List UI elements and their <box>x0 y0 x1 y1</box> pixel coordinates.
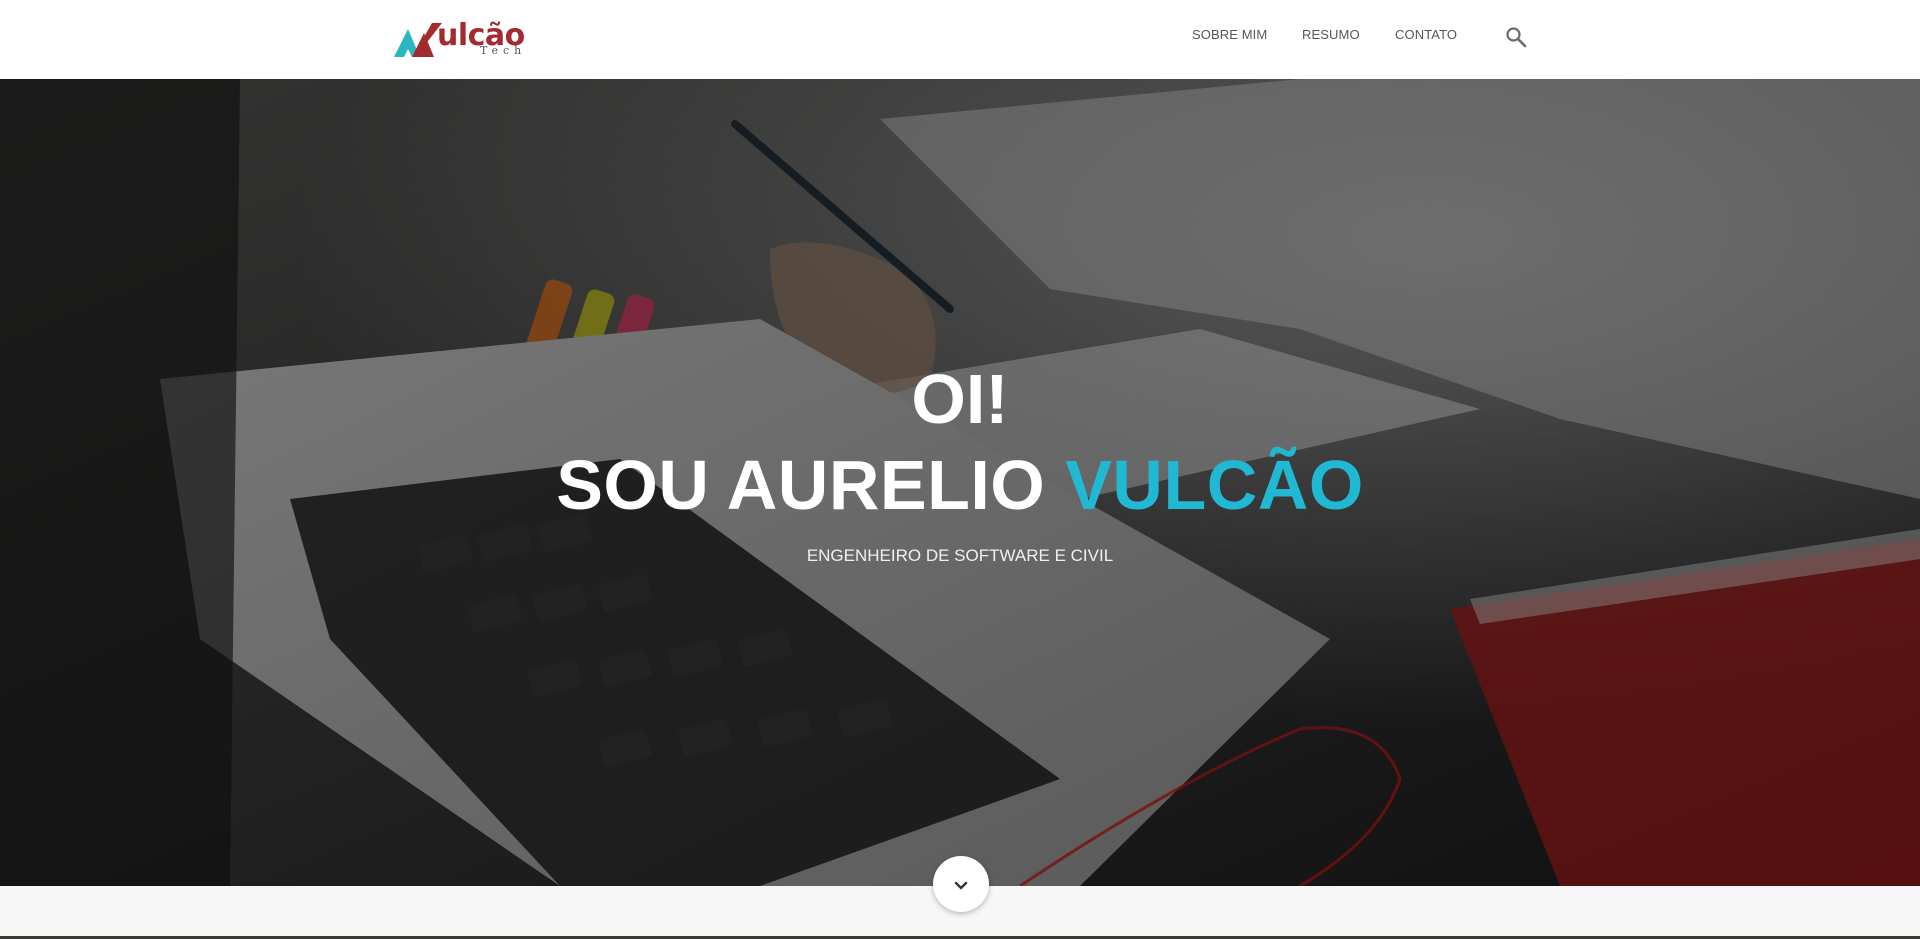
nav-item-sobre-mim[interactable]: SOBRE MIM <box>1192 27 1267 42</box>
nav-item-contato[interactable]: CONTATO <box>1395 27 1457 42</box>
hero-name: SOU AURELIO VULCÃO <box>0 445 1920 525</box>
chevron-down-icon <box>954 881 968 890</box>
hero-subtitle: ENGENHEIRO DE SOFTWARE E CIVIL <box>806 546 1114 565</box>
hero-name-accent: VULCÃO <box>1065 446 1364 524</box>
search-icon <box>1506 27 1527 48</box>
hero-name-prefix: SOU AURELIO <box>556 446 1066 524</box>
hero-greeting: OI! <box>911 360 1009 438</box>
hero-section: OI! SOU AURELIO VULCÃO ENGENHEIRO DE SOF… <box>0 79 1920 886</box>
logo-tagline: Tech <box>480 44 527 57</box>
logo-mark-icon <box>394 23 442 57</box>
nav-item-resumo[interactable]: RESUMO <box>1302 27 1360 42</box>
search-button[interactable] <box>1504 25 1528 49</box>
scroll-down-button[interactable] <box>933 856 989 912</box>
site-logo[interactable]: ulcão Tech <box>394 18 564 59</box>
site-header: ulcão Tech SOBRE MIM RESUMO CONTATO <box>0 0 1920 79</box>
